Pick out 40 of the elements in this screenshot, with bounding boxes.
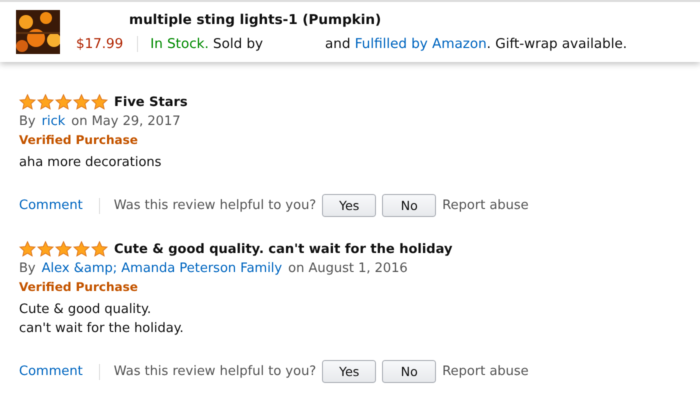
comment-link[interactable]: Comment bbox=[19, 364, 83, 379]
price: $17.99 bbox=[76, 36, 124, 52]
gift-wrap-label: . Gift-wrap available. bbox=[486, 36, 628, 52]
star-icon bbox=[37, 241, 54, 257]
stock-status: In Stock. bbox=[150, 36, 209, 52]
product-title: multiple sting lights-1 (Pumpkin) bbox=[129, 12, 382, 28]
fulfilled-link[interactable]: Fulfilled by Amazon bbox=[354, 36, 487, 52]
star-icon bbox=[55, 241, 72, 257]
review-date: on August 1, 2016 bbox=[288, 261, 408, 276]
review-text: aha more decorations bbox=[19, 155, 162, 170]
comment-link[interactable]: Comment bbox=[19, 198, 83, 213]
helpful-question: Was this review helpful to you? bbox=[114, 364, 316, 379]
star-icon bbox=[55, 94, 72, 110]
yes-button[interactable]: Yes bbox=[322, 194, 376, 217]
no-button[interactable]: No bbox=[382, 194, 436, 217]
yes-button[interactable]: Yes bbox=[322, 360, 376, 383]
review-date: on May 29, 2017 bbox=[71, 114, 180, 129]
star-icon bbox=[37, 94, 54, 110]
star-icon bbox=[19, 241, 36, 257]
review-text: Cute & good quality. bbox=[19, 302, 152, 317]
no-button[interactable]: No bbox=[382, 360, 436, 383]
verified-purchase-label: Verified Purchase bbox=[19, 133, 139, 147]
review-title: Cute & good quality. can't wait for the holiday bbox=[114, 242, 452, 256]
star-icon bbox=[73, 241, 90, 257]
star-icon bbox=[91, 94, 108, 110]
helpful-question: Was this review helpful to you? bbox=[114, 198, 316, 213]
star-icon bbox=[91, 241, 108, 257]
by-label: By bbox=[19, 114, 36, 129]
verified-purchase-label: Verified Purchase bbox=[19, 280, 139, 294]
author-link[interactable]: Alex &amp; Amanda Peterson Family bbox=[42, 261, 282, 276]
and-label: and bbox=[325, 36, 352, 52]
report-abuse-link[interactable]: Report abuse bbox=[442, 364, 529, 379]
star-icon bbox=[19, 94, 36, 110]
star-icon bbox=[73, 94, 90, 110]
sold-by-label: Sold by bbox=[212, 36, 264, 52]
by-label: By bbox=[19, 261, 36, 276]
review-text: can't wait for the holiday. bbox=[19, 321, 185, 336]
report-abuse-link[interactable]: Report abuse bbox=[442, 198, 529, 213]
review-title: Five Stars bbox=[114, 94, 188, 110]
author-link[interactable]: rick bbox=[42, 114, 66, 129]
